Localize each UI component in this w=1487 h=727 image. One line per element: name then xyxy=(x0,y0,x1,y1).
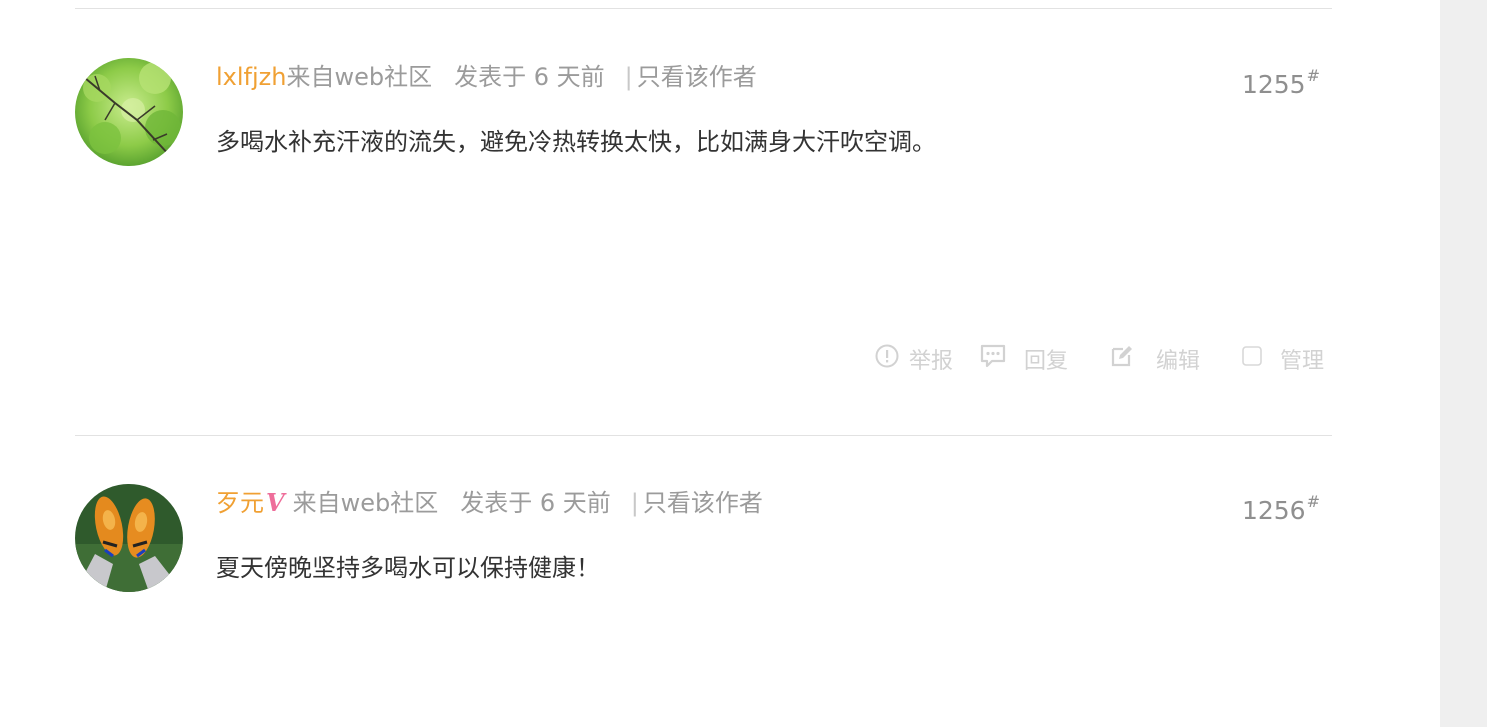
reply-button[interactable]: 回复 xyxy=(980,343,1068,375)
floor-value: 1256 xyxy=(1241,496,1306,525)
checkbox-icon xyxy=(1242,346,1262,372)
post-item: 歹元V 来自web社区 发表于 6 天前 | 只看该作者 1256# 夏天傍晚坚持多喝水… xyxy=(75,484,1332,724)
comment-icon xyxy=(980,344,1006,374)
post-list-page: lxlfjzh来自web社区 发表于 6 天前 | 只看该作者 1255# 多喝水补充… xyxy=(0,0,1487,727)
post-content: 夏天傍晚坚持多喝水可以保持健康！ xyxy=(216,554,600,582)
post-item: lxlfjzh来自web社区 发表于 6 天前 | 只看该作者 1255# 多喝水补充… xyxy=(75,58,1332,418)
only-author-link[interactable]: 只看该作者 xyxy=(643,489,763,517)
floor-mark: # xyxy=(1306,492,1320,511)
source-label: 来自web社区 xyxy=(292,489,439,517)
reply-label: 回复 xyxy=(1023,349,1068,374)
floor-number[interactable]: 1256# xyxy=(1242,492,1320,525)
username-link[interactable]: 歹元 xyxy=(216,489,264,517)
report-button[interactable]: 举报 xyxy=(875,343,953,375)
edit-button[interactable]: 编辑 xyxy=(1110,343,1200,375)
edit-label: 编辑 xyxy=(1155,349,1200,374)
posted-time: 发表于 6 天前 xyxy=(454,63,605,91)
source-label: 来自web社区 xyxy=(286,63,433,91)
floor-mark: # xyxy=(1306,66,1320,85)
floor-value: 1255 xyxy=(1241,70,1306,99)
floor-number[interactable]: 1255# xyxy=(1242,66,1320,99)
post-actions: 举报 回复 编辑 管理 xyxy=(875,343,1324,375)
username-link[interactable]: lxlfjzh xyxy=(216,63,286,91)
meta-separator: | xyxy=(630,489,639,517)
manage-label: 管理 xyxy=(1279,349,1324,374)
avatar[interactable] xyxy=(75,484,183,592)
warning-icon xyxy=(875,344,899,374)
manage-checkbox[interactable]: 管理 xyxy=(1242,343,1324,375)
only-author-link[interactable]: 只看该作者 xyxy=(637,63,757,91)
posted-time: 发表于 6 天前 xyxy=(460,489,611,517)
post-content: 多喝水补充汗液的流失，避免冷热转换太快，比如满身大汗吹空调。 xyxy=(216,128,936,156)
report-label: 举报 xyxy=(908,349,953,374)
top-divider xyxy=(75,8,1332,9)
post-meta: 歹元V 来自web社区 发表于 6 天前 | 只看该作者 xyxy=(216,486,763,520)
edit-icon xyxy=(1110,344,1134,374)
green-leaves-avatar-icon xyxy=(75,58,183,166)
avatar[interactable] xyxy=(75,58,183,166)
post-meta: lxlfjzh来自web社区 发表于 6 天前 | 只看该作者 xyxy=(216,60,757,94)
post-divider xyxy=(75,435,1332,436)
page-scroll-gutter xyxy=(1440,0,1487,727)
meta-separator: | xyxy=(624,63,633,91)
verified-badge-icon: V xyxy=(266,488,285,517)
orange-shoes-avatar-icon xyxy=(75,484,183,592)
